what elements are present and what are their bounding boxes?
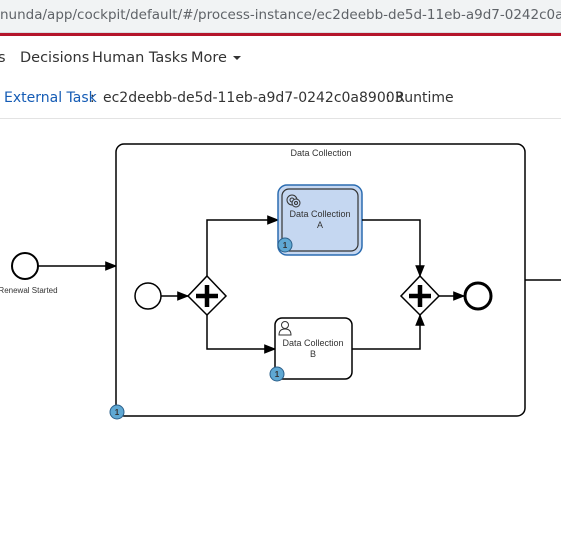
- task-b-label-line2: B: [310, 349, 316, 359]
- instance-count-badge[interactable]: 1: [277, 237, 293, 253]
- start-event-label: Renewal Started: [0, 286, 58, 295]
- task-b-label-line1: Data Collection: [282, 338, 343, 348]
- breadcrumb: External Task : ec2deebb-de5d-11eb-a9d7-…: [0, 80, 561, 119]
- start-event-renewal[interactable]: [11, 252, 39, 280]
- subprocess-title: Data Collection: [290, 148, 351, 158]
- task-a-badge-count: 1: [283, 241, 288, 250]
- instance-count-badge[interactable]: 1: [109, 404, 125, 420]
- instance-count-badge[interactable]: 1: [269, 366, 285, 382]
- breadcrumb-external-task-link[interactable]: External Task: [4, 90, 97, 106]
- subprocess-badge-count: 1: [115, 408, 120, 417]
- end-event[interactable]: [463, 281, 493, 311]
- url-text[interactable]: nunda/app/cockpit/default/#/process-inst…: [0, 7, 561, 23]
- nav-item-human-tasks[interactable]: Human Tasks: [92, 50, 188, 66]
- task-a-label-line1: Data Collection: [289, 209, 350, 219]
- nav-item-decisions[interactable]: Decisions: [20, 50, 89, 66]
- inner-start-event[interactable]: [134, 282, 162, 310]
- breadcrumb-separator: :: [90, 90, 95, 106]
- breadcrumb-suffix: : Runtime: [386, 90, 454, 106]
- task-b-badge-count: 1: [275, 370, 280, 379]
- breadcrumb-instance-id: ec2deebb-de5d-11eb-a9d7-0242c0a89003: [103, 90, 404, 106]
- top-navbar: s Decisions Human Tasks More: [0, 36, 561, 80]
- task-a-label-line2: A: [317, 220, 323, 230]
- nav-item-more[interactable]: More: [191, 50, 241, 66]
- chevron-down-icon: [232, 56, 241, 60]
- nav-more-label: More: [191, 50, 227, 66]
- nav-item-processes[interactable]: s: [0, 50, 6, 66]
- browser-address-bar[interactable]: nunda/app/cockpit/default/#/process-inst…: [0, 0, 561, 33]
- bpmn-diagram-canvas[interactable]: Renewal Started Data Collection Data Col…: [0, 118, 561, 557]
